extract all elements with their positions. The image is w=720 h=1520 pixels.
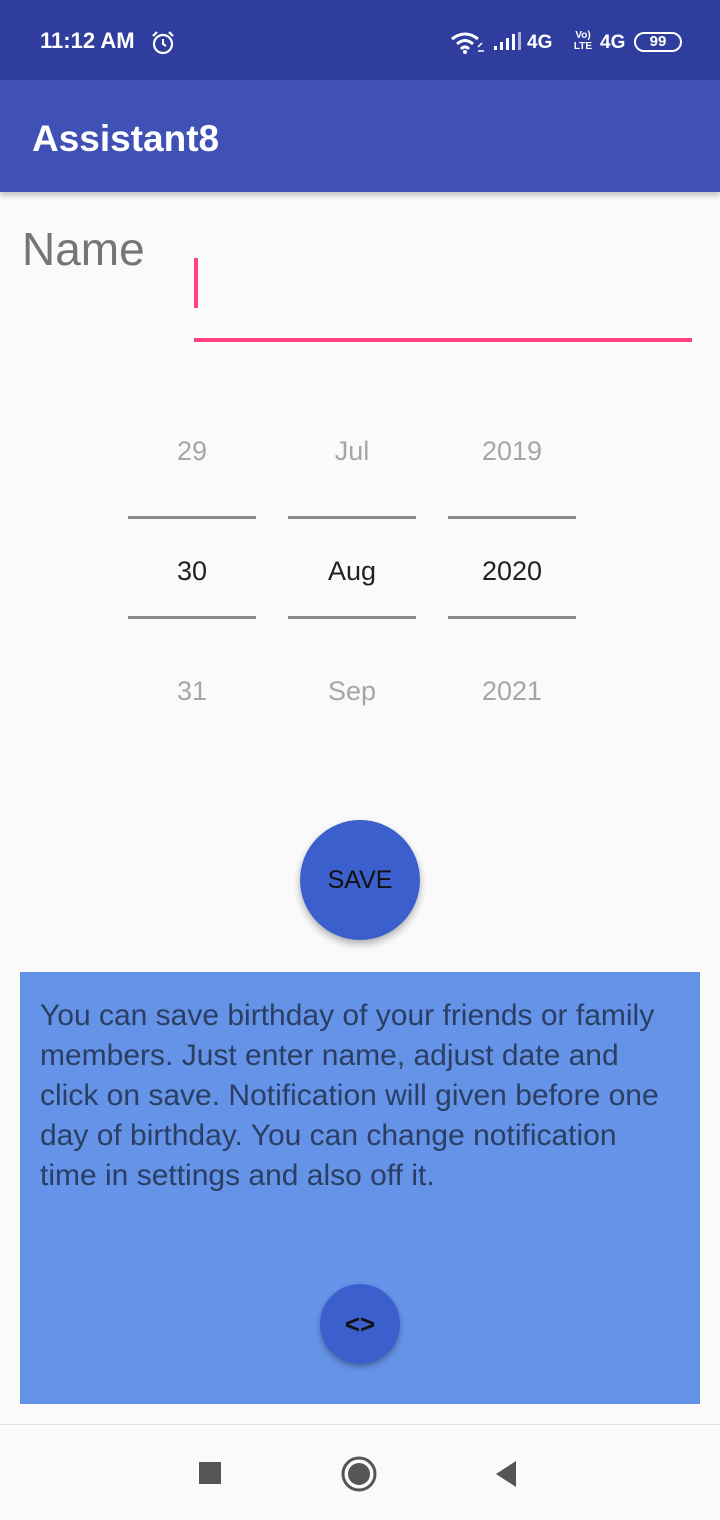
network-label-secondary: 4G (600, 32, 626, 53)
year-picker[interactable]: 2019 2020 2021 (448, 420, 576, 720)
info-text: You can save birthday of your friends or… (40, 999, 659, 1192)
name-label: Name (22, 223, 145, 275)
name-field[interactable] (194, 250, 692, 342)
name-input[interactable] (194, 250, 692, 339)
status-bar: 11:12 AM 4G Vo) LTE 4G 99 (0, 0, 720, 80)
navigation-bar (0, 1424, 720, 1520)
year-next-value[interactable]: 2021 (448, 676, 576, 707)
day-next-value[interactable]: 31 (128, 676, 256, 707)
year-selected-value[interactable]: 2020 (448, 556, 576, 587)
signal-icon (494, 32, 521, 50)
status-time: 11:12 AM (40, 28, 135, 53)
day-divider-bottom (128, 616, 256, 619)
home-icon[interactable] (340, 1455, 378, 1493)
battery-icon: 99 (634, 32, 682, 52)
month-selected-value[interactable]: Aug (288, 556, 416, 587)
volte-icon: Vo) LTE (573, 30, 593, 52)
month-picker[interactable]: Jul Aug Sep (288, 420, 416, 720)
month-next-value[interactable]: Sep (288, 676, 416, 707)
name-input-underline (194, 338, 692, 342)
back-icon[interactable] (492, 1459, 520, 1489)
day-divider-top (128, 516, 256, 519)
app-bar: Assistant8 (0, 80, 720, 192)
network-label-primary: 4G (527, 32, 553, 53)
alarm-icon (152, 31, 174, 55)
month-divider-bottom (288, 616, 416, 619)
recents-icon[interactable] (198, 1461, 222, 1485)
year-divider-top (448, 516, 576, 519)
month-prev-value[interactable]: Jul (288, 436, 416, 467)
save-button[interactable]: SAVE (300, 820, 420, 940)
day-selected-value[interactable]: 30 (128, 556, 256, 587)
app-title: Assistant8 (32, 118, 220, 159)
year-prev-value[interactable]: 2019 (448, 436, 576, 467)
year-divider-bottom (448, 616, 576, 619)
info-panel: You can save birthday of your friends or… (20, 972, 700, 1404)
toggle-info-button[interactable]: <> (320, 1284, 400, 1364)
text-cursor (194, 258, 198, 308)
month-divider-top (288, 516, 416, 519)
day-picker[interactable]: 29 30 31 (128, 420, 256, 720)
wifi-icon (451, 32, 484, 54)
day-prev-value[interactable]: 29 (128, 436, 256, 467)
